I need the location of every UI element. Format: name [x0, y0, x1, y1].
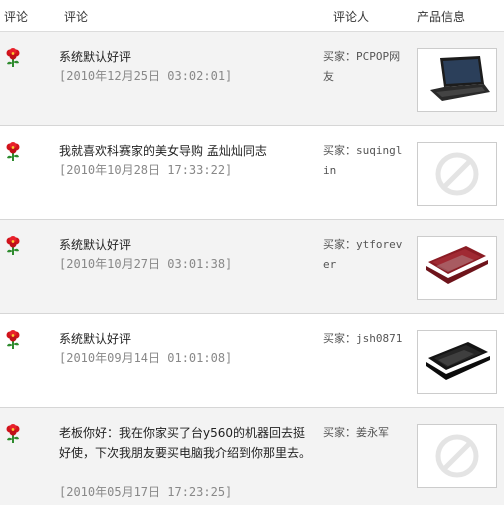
flower-rating-icon [6, 48, 20, 67]
laptop-red-icon [426, 246, 488, 284]
review-date: [2010年10月27日 03:01:38] [59, 257, 233, 271]
reviewer-name[interactable]: 买家：ytforever [323, 235, 408, 275]
product-thumbnail[interactable] [417, 236, 497, 300]
review-comment: 系统默认好评 [59, 332, 132, 346]
review-comment: 老板你好：我在你家买了台y560的机器回去挺好使，下次我朋友要买电脑我介绍到你那… [59, 426, 312, 460]
flower-rating-icon [6, 142, 20, 161]
reviewer-name[interactable]: 买家：PCPOP网友 [323, 47, 408, 87]
review-row: 老板你好：我在你家买了台y560的机器回去挺好使，下次我朋友要买电脑我介绍到你那… [0, 408, 504, 505]
review-comment: 我就喜欢科赛家的美女导购 孟灿灿同志 [59, 144, 267, 158]
review-date: [2010年10月28日 17:33:22] [59, 163, 233, 177]
laptop-black-icon [426, 342, 490, 380]
flower-rating-icon [6, 236, 20, 255]
review-row: 系统默认好评 [2010年10月27日 03:01:38] 买家：ytforev… [0, 220, 504, 314]
review-comment: 系统默认好评 [59, 238, 132, 252]
reviewer-name[interactable]: 买家：jsh0871 [323, 329, 408, 349]
no-image-icon [435, 434, 479, 478]
flower-rating-icon [6, 424, 20, 443]
product-thumbnail[interactable] [417, 48, 497, 112]
review-comment: 系统默认好评 [59, 50, 132, 64]
review-row: 系统默认好评 [2010年12月25日 03:02:01] 买家：PCPOP网友 [0, 32, 504, 126]
header-comment-col: 评论 [64, 10, 89, 24]
review-date: [2010年05月17日 17:23:25] [59, 485, 233, 499]
header-comment-icon-col: 评论 [4, 10, 29, 24]
product-thumbnail[interactable] [417, 330, 497, 394]
review-row: 系统默认好评 [2010年09月14日 01:01:08] 买家：jsh0871 [0, 314, 504, 408]
reviewer-name[interactable]: 买家：姜永军 [323, 423, 408, 443]
header-reviewer-col: 评论人 [333, 10, 370, 24]
header-product-col: 产品信息 [417, 10, 466, 24]
review-date: [2010年09月14日 01:01:08] [59, 351, 233, 365]
no-image-icon [435, 152, 479, 196]
review-date: [2010年12月25日 03:02:01] [59, 69, 233, 83]
table-header: 评论 评论 评论人 产品信息 [0, 0, 504, 32]
review-row: 我就喜欢科赛家的美女导购 孟灿灿同志 [2010年10月28日 17:33:22… [0, 126, 504, 220]
reviewer-name[interactable]: 买家：suqinglin [323, 141, 408, 181]
product-thumbnail[interactable] [417, 424, 497, 488]
flower-rating-icon [6, 330, 20, 349]
product-thumbnail[interactable] [417, 142, 497, 206]
laptop-black-icon [430, 56, 490, 101]
